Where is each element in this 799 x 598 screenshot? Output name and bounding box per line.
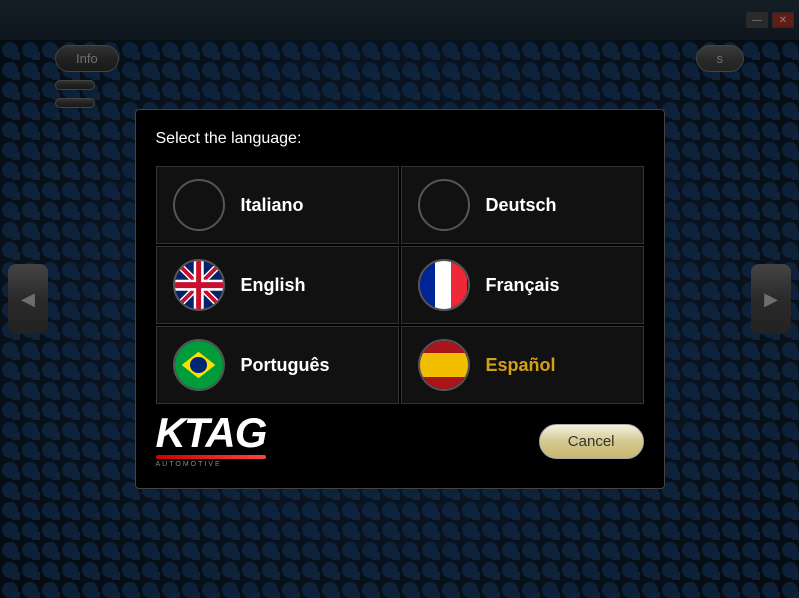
language-label-it: Italiano xyxy=(241,195,304,216)
logo-subtext: AUTOMOTIVE xyxy=(156,461,267,468)
language-label-en: English xyxy=(241,275,306,296)
flag-de xyxy=(418,179,470,231)
flag-gb xyxy=(173,259,225,311)
language-button-en[interactable]: English xyxy=(156,246,399,324)
flag-br xyxy=(173,339,225,391)
language-label-de: Deutsch xyxy=(486,195,557,216)
language-dialog: Select the language: Italiano xyxy=(135,109,665,489)
language-button-de[interactable]: Deutsch xyxy=(401,166,644,244)
flag-es xyxy=(418,339,470,391)
logo-k: K xyxy=(156,412,184,454)
language-button-pt[interactable]: Português xyxy=(156,326,399,404)
modal-overlay: Select the language: Italiano xyxy=(0,0,799,598)
language-button-it[interactable]: Italiano xyxy=(156,166,399,244)
cancel-button[interactable]: Cancel xyxy=(539,424,644,459)
language-button-es[interactable]: Español xyxy=(401,326,644,404)
ktag-logo: K TAG AUTOMOTIVE xyxy=(156,412,267,468)
dialog-title: Select the language: xyxy=(156,130,644,148)
language-label-pt: Português xyxy=(241,355,330,376)
flag-fr xyxy=(418,259,470,311)
language-label-es: Español xyxy=(486,355,556,376)
flag-it xyxy=(173,179,225,231)
language-button-fr[interactable]: Français xyxy=(401,246,644,324)
logo-tag: TAG xyxy=(184,412,267,454)
language-grid: Italiano Deutsch xyxy=(156,166,644,404)
language-label-fr: Français xyxy=(486,275,560,296)
